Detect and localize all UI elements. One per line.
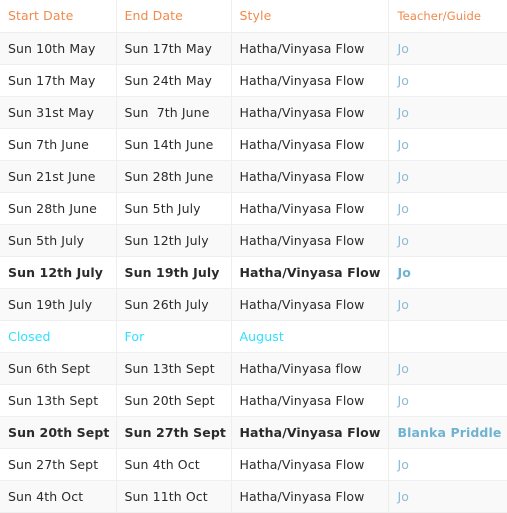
table-row: Sun 19th July Sun 26th July Hatha/Vinyasa … — [0, 288, 507, 321]
table-row: Sun 4th Oct Sun 11th Oct Hatha/Vinyasa Flo… — [0, 480, 507, 513]
cell-start-date: Sun 4th Oct — [0, 480, 116, 513]
cell-class-style: Hatha/Vinyasa Flow — [230, 128, 388, 161]
cell-start-date: Sun 19th July — [0, 288, 116, 321]
cell-start-date: Sun 17th May — [0, 64, 116, 97]
cell-teacher-guide[interactable]: Jo — [387, 64, 507, 97]
cell-class-style: Hatha/Vinyasa Flow — [230, 448, 388, 481]
cell-end-date: Sun 12th July — [115, 224, 231, 257]
table-row: Sun 31st May Sun 7th June Hatha/Vinyasa Fl… — [0, 96, 507, 129]
cell-class-style: Hatha/Vinyasa Flow — [230, 192, 388, 225]
table-row: Closed For August — [0, 320, 507, 353]
cell-end-date: Sun 24th May — [115, 64, 231, 97]
cell-teacher-guide[interactable]: Blanka Priddle — [387, 416, 507, 449]
table-row: Sun 13th Sept Sun 20th Sept Hatha/Vinyasa … — [0, 384, 507, 417]
table-header: Start Date End Date Style Teacher/Guide — [0, 0, 507, 33]
teacher-link[interactable]: Jo — [398, 233, 410, 248]
cell-class-style: Hatha/Vinyasa Flow — [230, 416, 388, 449]
cell-start-date: Sun 10th May — [0, 32, 116, 65]
cell-class-style: August — [230, 320, 388, 353]
cell-teacher-guide[interactable]: Jo — [387, 128, 507, 161]
teacher-link[interactable]: Jo — [398, 105, 410, 120]
table-row: Sun 12th July Sun 19th July Hatha/Vinyasa … — [0, 256, 507, 289]
cell-teacher-guide[interactable]: Jo — [387, 480, 507, 513]
cell-end-date: Sun 5th July — [115, 192, 231, 225]
cell-class-style: Hatha/Vinyasa Flow — [230, 384, 388, 417]
cell-start-date: Sun 27th Sept — [0, 448, 116, 481]
table-header-row: Start Date End Date Style Teacher/Guide — [0, 0, 507, 33]
table-body: Sun 10th May Sun 17th May Hatha/Vinyasa Fl… — [0, 32, 507, 513]
teacher-link[interactable]: Jo — [398, 41, 410, 56]
cell-class-style: Hatha/Vinyasa Flow — [230, 480, 388, 513]
cell-end-date: Sun 13th Sept — [115, 352, 231, 385]
cell-start-date: Sun 20th Sept — [0, 416, 116, 449]
column-header-teacher-guide: Teacher/Guide — [387, 0, 507, 33]
column-header-end-date: End Date — [115, 0, 231, 33]
table-row: Sun 20th Sept Sun 27th Sept Hatha/Vinyasa … — [0, 416, 507, 449]
cell-start-date: Sun 5th July — [0, 224, 116, 257]
cell-teacher-guide[interactable]: Jo — [387, 96, 507, 129]
cell-start-date: Sun 12th July — [0, 256, 116, 289]
cell-end-date: Sun 4th Oct — [115, 448, 231, 481]
teacher-link[interactable]: Blanka Priddle — [398, 425, 502, 440]
cell-class-style: Hatha/Vinyasa Flow — [230, 288, 388, 321]
cell-start-date: Closed — [0, 320, 116, 353]
cell-class-style: Hatha/Vinyasa flow — [230, 352, 388, 385]
teacher-link[interactable]: Jo — [398, 137, 410, 152]
teacher-link[interactable]: Jo — [398, 201, 410, 216]
table-row: Sun 10th May Sun 17th May Hatha/Vinyasa Fl… — [0, 32, 507, 65]
cell-teacher-guide[interactable]: Jo — [387, 256, 507, 289]
cell-end-date: Sun 14th June — [115, 128, 231, 161]
cell-teacher-guide[interactable]: Jo — [387, 32, 507, 65]
table-row: Sun 21st June Sun 28th June Hatha/Vinyasa … — [0, 160, 507, 193]
cell-teacher-guide — [387, 320, 507, 353]
column-header-start-date: Start Date — [0, 0, 116, 33]
cell-end-date: Sun 26th July — [115, 288, 231, 321]
cell-end-date: Sun 17th May — [115, 32, 231, 65]
cell-teacher-guide[interactable]: Jo — [387, 288, 507, 321]
cell-teacher-guide[interactable]: Jo — [387, 224, 507, 257]
cell-end-date: Sun 19th July — [115, 256, 231, 289]
cell-end-date: Sun 20th Sept — [115, 384, 231, 417]
cell-teacher-guide[interactable]: Jo — [387, 352, 507, 385]
cell-teacher-guide[interactable]: Jo — [387, 192, 507, 225]
cell-teacher-guide[interactable]: Jo — [387, 448, 507, 481]
cell-end-date: Sun 27th Sept — [115, 416, 231, 449]
table-row: Sun 5th July Sun 12th July Hatha/Vinyasa F… — [0, 224, 507, 257]
cell-start-date: Sun 7th June — [0, 128, 116, 161]
table-row: Sun 27th Sept Sun 4th Oct Hatha/Vinyasa Fl… — [0, 448, 507, 481]
teacher-link[interactable]: Jo — [398, 265, 411, 280]
table-row: Sun 7th June Sun 14th June Hatha/Vinyasa F… — [0, 128, 507, 161]
cell-end-date: For — [115, 320, 231, 353]
column-header-style: Style — [230, 0, 388, 33]
cell-start-date: Sun 21st June — [0, 160, 116, 193]
teacher-link[interactable]: Jo — [398, 393, 410, 408]
cell-class-style: Hatha/Vinyasa Flow — [230, 64, 388, 97]
cell-end-date: Sun 11th Oct — [115, 480, 231, 513]
cell-teacher-guide[interactable]: Jo — [387, 160, 507, 193]
cell-class-style: Hatha/Vinyasa Flow — [230, 256, 388, 289]
teacher-link[interactable]: Jo — [398, 457, 410, 472]
cell-start-date: Sun 6th Sept — [0, 352, 116, 385]
cell-start-date: Sun 13th Sept — [0, 384, 116, 417]
table-row: Sun 17th May Sun 24th May Hatha/Vinyasa Fl… — [0, 64, 507, 97]
table-row: Sun 28th June Sun 5th July Hatha/Vinyasa F… — [0, 192, 507, 225]
cell-class-style: Hatha/Vinyasa Flow — [230, 160, 388, 193]
teacher-link[interactable]: Jo — [398, 297, 410, 312]
teacher-link[interactable]: Jo — [398, 169, 410, 184]
yoga-class-schedule-table: Start Date End Date Style Teacher/Guide … — [0, 0, 507, 513]
cell-class-style: Hatha/Vinyasa Flow — [230, 96, 388, 129]
cell-class-style: Hatha/Vinyasa Flow — [230, 224, 388, 257]
cell-start-date: Sun 28th June — [0, 192, 116, 225]
table-row: Sun 6th Sept Sun 13th Sept Hatha/Vinyasa f… — [0, 352, 507, 385]
cell-teacher-guide[interactable]: Jo — [387, 384, 507, 417]
cell-class-style: Hatha/Vinyasa Flow — [230, 32, 388, 65]
teacher-link[interactable]: Jo — [398, 361, 410, 376]
cell-end-date: Sun 7th June — [115, 96, 231, 129]
teacher-link[interactable]: Jo — [398, 489, 410, 504]
teacher-link[interactable]: Jo — [398, 73, 410, 88]
cell-end-date: Sun 28th June — [115, 160, 231, 193]
cell-start-date: Sun 31st May — [0, 96, 116, 129]
